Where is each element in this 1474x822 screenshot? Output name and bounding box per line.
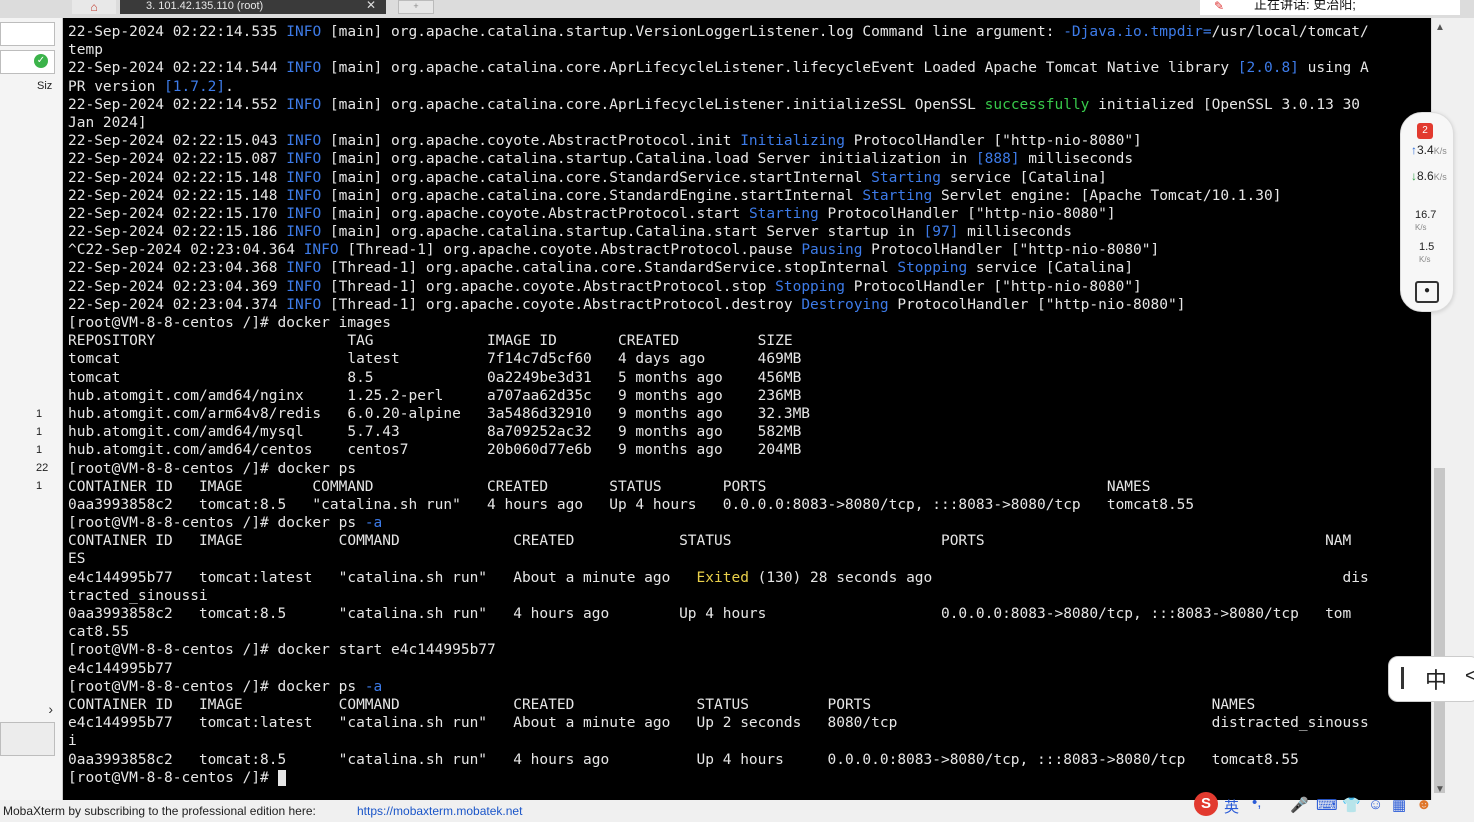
upload-rate-unit: K/s	[1433, 146, 1447, 156]
terminal-line: CONTAINER ID IMAGE COMMAND CREATED STATU…	[68, 478, 1151, 495]
terminal-line: 0aa3993858c2 tomcat:8.5 "catalina.sh run…	[68, 606, 1352, 622]
terminal-line: CONTAINER ID IMAGE COMMAND CREATED STATU…	[68, 696, 1256, 713]
size-value: 22	[36, 462, 49, 474]
upload-rate-2-value: 16.7	[1415, 209, 1437, 221]
size-column-header[interactable]: Siz	[37, 80, 52, 92]
terminal-line: tomcat latest 7f14c7d5cf60 4 days ago 46…	[68, 351, 802, 368]
chevron-right-icon[interactable]: ›	[0, 701, 53, 717]
terminal-line: hub.atomgit.com/amd64/mysql 5.7.43 8a709…	[68, 424, 802, 441]
terminal-line: e4c144995b77 tomcat:latest "catalina.sh …	[68, 569, 1369, 586]
scrollbar-thumb[interactable]	[1434, 468, 1445, 793]
sidebar: ✓ Siz 1 1 1 22 1 ›	[0, 18, 63, 800]
terminal-line: [root@VM-8-8-centos /]# docker start e4c…	[68, 642, 496, 659]
download-rate-unit: K/s	[1433, 172, 1447, 182]
size-value: 1	[36, 480, 43, 492]
terminal-line: [root@VM-8-8-centos /]# docker ps	[68, 460, 357, 477]
chinese-mode-button[interactable]: 中	[1425, 663, 1447, 695]
home-icon: ⌂	[90, 0, 98, 14]
terminal-line: hub.atomgit.com/amd64/centos centos7 20b…	[68, 442, 802, 459]
terminal-line: CONTAINER ID IMAGE COMMAND CREATED STATU…	[68, 533, 1352, 550]
terminal-line: hub.atomgit.com/arm64v8/redis 6.0.20-alp…	[68, 405, 811, 422]
terminal-line: REPOSITORY TAG IMAGE ID CREATED SIZE	[68, 333, 793, 350]
speaking-indicator: ✎ 正在讲话: 史治阳;	[1200, 0, 1460, 15]
notification-badge: 2	[1417, 123, 1433, 139]
terminal-line: 22-Sep-2024 02:22:15.148 INFO [main] org…	[68, 169, 1107, 186]
ime-tray[interactable]: S 英 •, 🎤 ⌨ 👕 ☺ ▦ ☻	[1190, 792, 1474, 818]
terminal-line: i	[68, 733, 77, 750]
check-icon: ✓	[34, 54, 48, 68]
home-tab[interactable]: ⌂	[72, 0, 116, 14]
terminal-line: 22-Sep-2024 02:22:15.087 INFO [main] org…	[68, 151, 1134, 168]
emoji-icon[interactable]: ☻	[1416, 796, 1432, 813]
sidebar-input[interactable]	[0, 22, 55, 46]
terminal-cursor	[277, 769, 287, 786]
camera-icon[interactable]: ●	[1415, 281, 1439, 303]
terminal-line: 0aa3993858c2 tomcat:8.5 "catalina.sh run…	[68, 496, 1195, 513]
terminal-line: 22-Sep-2024 02:22:15.148 INFO [main] org…	[68, 187, 1282, 204]
terminal-line: temp	[68, 42, 103, 59]
grid-icon[interactable]: ▦	[1392, 796, 1406, 814]
network-speed-widget[interactable]: 2 ↑3.4K/s ↓8.6K/s 16.7 K/s 1.5 K/s ●	[1400, 112, 1454, 312]
close-icon[interactable]: ✕	[366, 0, 376, 12]
new-tab-button[interactable]: +	[398, 0, 434, 14]
ime-toolbar[interactable]: 中 <	[1388, 656, 1474, 702]
mic-muted-icon: ✎	[1214, 0, 1225, 13]
terminal-line: e4c144995b77	[68, 660, 173, 677]
terminal-line: 22-Sep-2024 02:22:14.552 INFO [main] org…	[68, 96, 1361, 113]
terminal[interactable]: 22-Sep-2024 02:22:14.535 INFO [main] org…	[63, 18, 1431, 800]
upload-rate-2-unit: K/s	[1415, 223, 1427, 232]
terminal-line: Jan 2024]	[68, 114, 147, 131]
size-value: 1	[36, 426, 43, 438]
terminal-line: tomcat 8.5 0a2249be3d31 5 months ago 456…	[68, 369, 802, 386]
terminal-line: e4c144995b77 tomcat:latest "catalina.sh …	[68, 715, 1369, 732]
terminal-line: 0aa3993858c2 tomcat:8.5 "catalina.sh run…	[68, 751, 1299, 768]
upload-rate: ↑3.4K/s	[1411, 143, 1447, 157]
skin-icon[interactable]: ☺	[1368, 796, 1383, 813]
terminal-line: ^C22-Sep-2024 02:23:04.364 INFO [Thread-…	[68, 242, 1160, 259]
ime-drag-handle[interactable]	[1401, 667, 1404, 689]
sidebar-footer-panel	[0, 722, 55, 756]
download-rate-2: 1.5 K/s	[1419, 241, 1434, 265]
session-tab[interactable]: 3. 101.42.135.110 (root) ✕	[120, 0, 386, 14]
terminal-line: 22-Sep-2024 02:23:04.374 INFO [Thread-1]…	[68, 296, 1186, 313]
terminal-line: [root@VM-8-8-centos /]#	[68, 769, 1428, 787]
scroll-up-icon[interactable]: ▲	[1435, 22, 1445, 33]
speaking-label: 正在讲话: 史治阳;	[1254, 0, 1356, 12]
sogou-icon[interactable]: S	[1194, 792, 1218, 816]
terminal-line: 22-Sep-2024 02:23:04.368 INFO [Thread-1]…	[68, 260, 1134, 277]
shirt-icon[interactable]: 👕	[1342, 796, 1361, 814]
terminal-line: ES	[68, 551, 86, 568]
terminal-line: 22-Sep-2024 02:22:15.186 INFO [main] org…	[68, 224, 1072, 241]
terminal-line: 22-Sep-2024 02:23:04.369 INFO [Thread-1]…	[68, 278, 1142, 295]
size-value: 1	[36, 408, 43, 420]
chevron-left-icon[interactable]: <	[1465, 665, 1474, 688]
mic-icon[interactable]: 🎤	[1290, 796, 1309, 814]
terminal-line: 22-Sep-2024 02:22:15.170 INFO [main] org…	[68, 205, 1116, 222]
size-value: 1	[36, 444, 43, 456]
terminal-line: hub.atomgit.com/amd64/nginx 1.25.2-perl …	[68, 387, 802, 404]
keyboard-icon[interactable]: ⌨	[1316, 796, 1338, 814]
punctuation-toggle[interactable]: •,	[1252, 794, 1261, 811]
language-toggle[interactable]: 英	[1224, 796, 1239, 817]
download-rate-2-unit: K/s	[1419, 255, 1431, 264]
terminal-output: 22-Sep-2024 02:22:14.535 INFO [main] org…	[68, 23, 1428, 787]
download-rate-value: 8.6	[1417, 169, 1434, 183]
upload-rate-value: 3.4	[1417, 143, 1434, 157]
promo-link[interactable]: https://mobaxterm.mobatek.net	[357, 800, 522, 822]
terminal-line: [root@VM-8-8-centos /]# docker images	[68, 315, 392, 331]
terminal-line: 22-Sep-2024 02:22:14.544 INFO [main] org…	[68, 60, 1369, 77]
terminal-line: [root@VM-8-8-centos /]# docker ps -a	[68, 515, 383, 532]
terminal-line: 22-Sep-2024 02:22:14.535 INFO [main] org…	[68, 24, 1369, 40]
terminal-line: PR version [1.7.2].	[68, 78, 234, 95]
session-tab-title: 3. 101.42.135.110 (root)	[146, 0, 264, 12]
terminal-line: [root@VM-8-8-centos /]# docker ps -a	[68, 678, 383, 695]
terminal-line: 22-Sep-2024 02:22:15.043 INFO [main] org…	[68, 133, 1142, 150]
terminal-line: tracted_sinoussi	[68, 587, 208, 604]
download-rate-2-value: 1.5	[1419, 241, 1435, 253]
promo-text: MobaXterm by subscribing to the professi…	[3, 804, 316, 818]
terminal-line: cat8.55	[68, 624, 130, 641]
upload-rate-2: 16.7 K/s	[1415, 209, 1436, 233]
download-rate: ↓8.6K/s	[1411, 169, 1447, 183]
